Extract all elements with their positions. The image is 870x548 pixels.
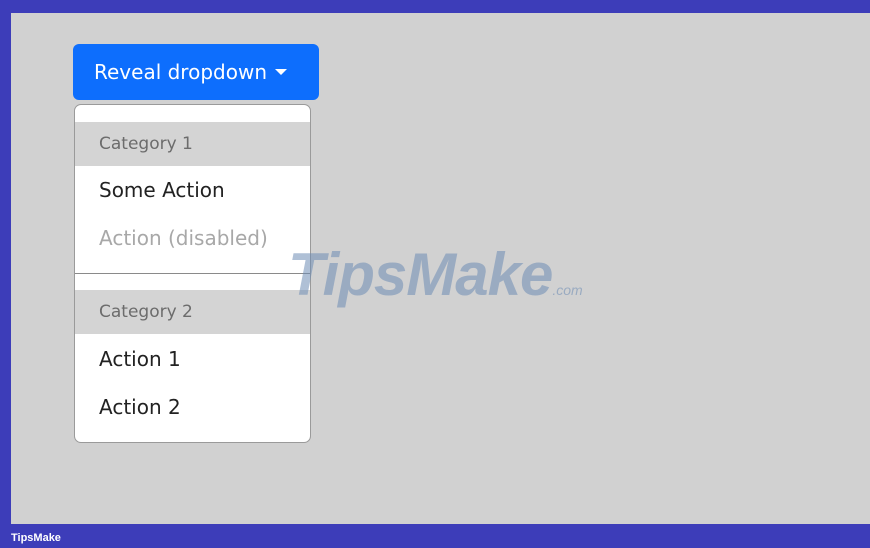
dropdown-menu: Category 1 Some Action Action (disabled)… [74, 104, 311, 443]
dropdown-divider [75, 273, 310, 274]
watermark-main: TipsMake [288, 241, 553, 308]
watermark-suffix: .com [552, 282, 583, 298]
dropdown-toggle-label: Reveal dropdown [94, 60, 267, 84]
caret-down-icon [275, 69, 287, 75]
dropdown-item-some-action[interactable]: Some Action [75, 167, 310, 213]
footer-brand-label: TipsMake [11, 532, 61, 544]
dropdown-header-category-2: Category 2 [75, 290, 310, 334]
dropdown-item-action-2[interactable]: Action 2 [75, 384, 310, 430]
tipsmake-watermark: TipsMake.com [288, 245, 583, 320]
dropdown-item-action-disabled: Action (disabled) [99, 226, 268, 250]
dropdown-item-action-1[interactable]: Action 1 [75, 336, 310, 382]
dropdown-header-category-1: Category 1 [75, 122, 310, 166]
reveal-dropdown-button[interactable]: Reveal dropdown [73, 44, 319, 100]
